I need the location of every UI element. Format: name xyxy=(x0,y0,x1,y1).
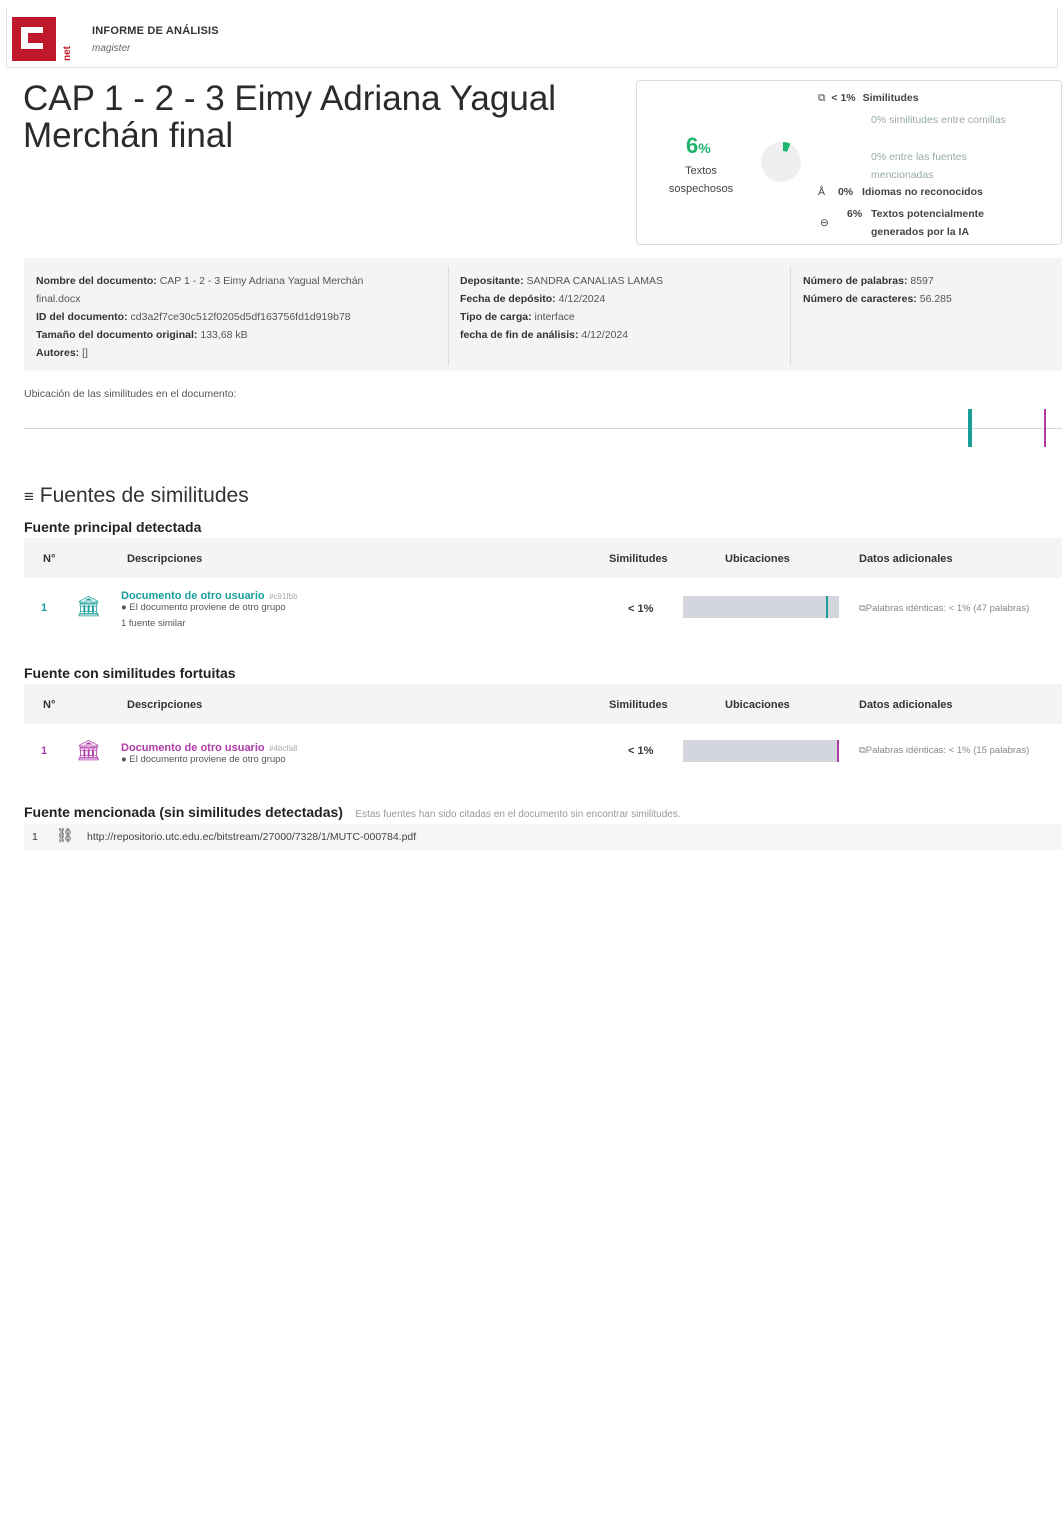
report-subtitle: magister xyxy=(92,43,131,54)
sources-heading: ≡ Fuentes de similitudes xyxy=(24,484,249,507)
copy-icon: ⧉ xyxy=(859,745,866,756)
institution-icon: 🏛 xyxy=(76,740,102,762)
institution-icon: 🏛 xyxy=(76,596,102,618)
report-type-title: INFORME DE ANÁLISIS xyxy=(92,25,219,37)
language-icon: Å xyxy=(818,186,826,198)
source-link[interactable]: Documento de otro usuario xyxy=(121,742,265,754)
ai-icon: ⊖ xyxy=(820,217,829,229)
location-bar xyxy=(683,596,839,618)
idiomas-line: Å 0% Idiomas no reconocidos xyxy=(818,186,983,198)
copy-icon: ⧉ xyxy=(859,603,866,614)
main-source-table-header: N° Descripciones Similitudes Ubicaciones… xyxy=(24,538,1062,578)
similarity-location-label: Ubicación de las similitudes en el docum… xyxy=(24,388,237,400)
list-item[interactable]: 1 ⛓ http://repositorio.utc.edu.ec/bitstr… xyxy=(24,824,1062,850)
location-marker-fortuitous xyxy=(1044,409,1046,447)
fuentes-mencionadas-note: 0% entre las fuentes mencionadas xyxy=(871,151,967,181)
broken-link-icon: ⛓ xyxy=(56,827,74,843)
logo-net-text: net xyxy=(62,46,73,61)
tag-icon: ● xyxy=(121,602,127,613)
fortuitous-source-table-header: N° Descripciones Similitudes Ubicaciones… xyxy=(24,684,1062,724)
mentioned-source-heading: Fuente mencionada (sin similitudes detec… xyxy=(24,804,681,820)
table-row[interactable]: 1 🏛 Documento de otro usuario #4bcfa8 ● … xyxy=(24,736,1062,772)
comillas-note: 0% similitudes entre comillas xyxy=(871,114,1006,126)
similarity-location-track xyxy=(24,428,1062,429)
suspicious-percent: 6% xyxy=(686,133,711,158)
table-row[interactable]: 1 🏛 Documento de otro usuario #c91fbb ● … xyxy=(24,586,1062,632)
copy-icon: ⧉ xyxy=(818,92,826,104)
list-icon: ≡ xyxy=(24,487,34,506)
location-marker-main xyxy=(968,409,972,447)
suspicious-label: Textos sospechosos xyxy=(668,165,734,195)
document-metadata: Nombre del documento: CAP 1 - 2 - 3 Eimy… xyxy=(24,258,1062,371)
similitudes-line: ⧉ < 1% Similitudes xyxy=(818,92,919,104)
source-link[interactable]: Documento de otro usuario xyxy=(121,590,265,602)
suspicious-donut xyxy=(761,142,801,182)
document-title: CAP 1 - 2 - 3 Eimy Adriana Yagual Merchá… xyxy=(23,79,557,155)
report-header xyxy=(6,8,1058,68)
tag-icon: ● xyxy=(121,754,127,765)
mentioned-url[interactable]: http://repositorio.utc.edu.ec/bitstream/… xyxy=(87,831,416,843)
compilatio-logo-icon xyxy=(12,17,56,61)
main-source-title: Fuente principal detectada xyxy=(24,519,202,535)
fortuitous-source-title: Fuente con similitudes fortuitas xyxy=(24,665,236,681)
location-bar xyxy=(683,740,839,762)
